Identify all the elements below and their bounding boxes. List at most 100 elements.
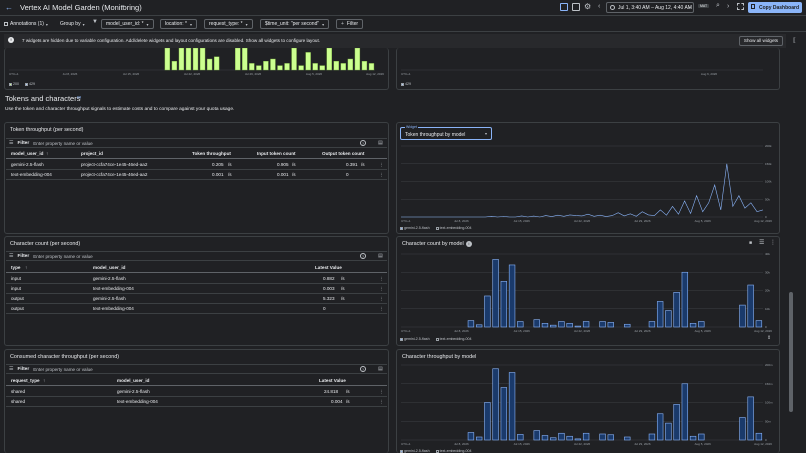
scrollbar-thumb[interactable] — [789, 292, 793, 412]
table-row[interactable]: gemini-2.5-flash project-ccfa74ce-1e45-4… — [6, 160, 387, 170]
back-arrow-icon[interactable]: ← — [5, 3, 13, 12]
table-row[interactable]: input gemini-2.5-flash 0.882/s ⋮ — [6, 274, 387, 284]
chip-location[interactable]: location: * ▾ — [160, 19, 197, 29]
table-header: type ↑ model_user_id Latest Value — [6, 263, 387, 273]
column-options-icon[interactable]: ▤ — [378, 366, 383, 372]
bar — [665, 310, 672, 328]
bar — [607, 434, 614, 441]
bar — [298, 65, 304, 71]
table-row[interactable]: output gemini-2.5-flash 5.323/s ⋮ — [6, 294, 387, 304]
filter-input[interactable]: Enter property name or value — [33, 254, 93, 259]
sort-ascending-icon[interactable]: ↑ — [43, 378, 45, 383]
col-header-model-user-id[interactable]: model_user_id — [93, 265, 125, 270]
widget-select[interactable]: Widget Token throughput by model ▾ — [400, 125, 492, 140]
top-chart-right-legend: 429 — [401, 82, 411, 86]
table-row[interactable]: input text-embedding-004 0.003/s ⋮ — [6, 284, 387, 294]
group-by-toggle[interactable]: Group by ▾ — [60, 19, 85, 29]
col-header-output-token-count[interactable]: Output token count — [322, 151, 364, 156]
bar — [566, 435, 573, 441]
table-filter-bar[interactable]: ☰ Filter Enter property name or value ? … — [6, 138, 387, 148]
filter-input[interactable]: Enter property name or value — [33, 141, 93, 146]
table-row[interactable]: shared gemini-2.5-flash 24.818/s ⋮ — [6, 387, 387, 397]
table-row[interactable]: shared text-embedding-004 0.004/s ⋮ — [6, 397, 387, 407]
copy-dashboard-button[interactable]: Copy Dashboard — [748, 2, 802, 13]
col-header-token-throughput[interactable]: Token throughput — [192, 151, 231, 156]
sort-ascending-icon[interactable]: ↑ — [46, 151, 48, 156]
panel-title: Character throughput by model — [402, 354, 477, 360]
row-menu-icon[interactable]: ⋮ — [379, 276, 384, 282]
timezone-badge[interactable]: MAT — [698, 4, 710, 8]
col-header-model-user-id[interactable]: model_user_id — [117, 378, 149, 383]
chip-time-unit[interactable]: $time_unit: "per second" ▾ — [260, 19, 330, 29]
sort-ascending-icon[interactable]: ↑ — [25, 265, 27, 270]
x-tick-label: Jul 8, 2026 — [454, 329, 469, 333]
bar — [249, 63, 255, 71]
bar — [648, 321, 656, 328]
help-icon[interactable]: ? — [360, 140, 366, 146]
lock-icon[interactable]: ■ — [749, 240, 752, 246]
x-tick-label: Jul 29, 2026 — [634, 442, 651, 446]
legend-swatch — [435, 449, 439, 453]
table-row[interactable]: output text-embedding-004 0 ⋮ — [6, 304, 387, 314]
column-options-icon[interactable]: ▤ — [378, 140, 383, 146]
top-chart-left: UTC+1 Jul 8, 2026 Jul 15, 2026 Jul 22, 2026… — [4, 48, 389, 90]
zoom-out-icon[interactable]: ⌕ — [716, 2, 720, 10]
row-menu-icon[interactable]: ⋮ — [379, 389, 384, 395]
col-header-latest-value[interactable]: Latest Value — [319, 378, 346, 383]
row-menu-icon[interactable]: ⋮ — [379, 306, 384, 312]
legend-item-gemini: gemini-2.5-flash — [400, 449, 430, 453]
fullscreen-icon[interactable] — [737, 3, 744, 10]
more-vert-icon[interactable]: ⋮ — [770, 239, 776, 246]
info-icon[interactable]: i — [466, 241, 472, 247]
row-menu-icon[interactable]: ⋮ — [379, 286, 384, 292]
expand-icon[interactable]: ⇕ — [767, 335, 771, 341]
col-header-type[interactable]: type — [11, 265, 20, 270]
col-header-project-id[interactable]: project_id — [81, 151, 103, 156]
row-menu-icon[interactable]: ⋮ — [379, 172, 384, 178]
row-menu-icon[interactable]: ⋮ — [379, 162, 384, 168]
chevron-down-icon: ▾ — [485, 131, 488, 136]
scrollbar-track[interactable] — [789, 52, 793, 452]
x-tick-label: UTC+1 — [401, 219, 411, 223]
column-options-icon[interactable]: ▤ — [378, 253, 383, 259]
chip-request-type[interactable]: request_type: * ▾ — [204, 19, 253, 29]
link-icon[interactable]: ∞ — [77, 95, 81, 101]
filter-label: Filter — [17, 140, 30, 146]
row-menu-icon[interactable]: ⋮ — [379, 296, 384, 302]
bar — [284, 63, 290, 71]
bar — [475, 436, 483, 441]
help-icon[interactable]: ? — [360, 366, 366, 372]
clock-icon — [610, 5, 615, 10]
bar — [517, 321, 524, 328]
sidebar-toggle-icon[interactable] — [560, 3, 568, 11]
calendar-icon[interactable] — [572, 3, 580, 11]
table-row[interactable]: text-embedding-004 project-ccfa74ce-1e45… — [6, 170, 387, 180]
collapse-panel-icon[interactable]: ⟦ — [793, 37, 796, 44]
chevron-right-icon[interactable]: › — [727, 3, 729, 10]
title-dropdown-icon[interactable]: ▾ — [122, 4, 125, 10]
x-tick-label: Jul 15, 2026 — [513, 219, 530, 223]
col-header-latest-value[interactable]: Latest Value — [315, 265, 342, 270]
row-menu-icon[interactable]: ⋮ — [379, 399, 384, 405]
help-icon[interactable]: ? — [360, 253, 366, 259]
widget-select-value: Token throughput by model — [405, 131, 466, 138]
chip-model-user-id[interactable]: model_user_id: * ▾ — [101, 19, 154, 29]
col-header-request-type[interactable]: request_type — [11, 378, 40, 383]
filter-input[interactable]: Enter property name or value — [33, 367, 93, 372]
table-filter-bar[interactable]: ☰ Filter Enter property name or value ? … — [6, 251, 387, 261]
gear-icon[interactable]: ⚙ — [584, 2, 591, 11]
bar — [326, 48, 332, 71]
col-header-input-token-count[interactable]: Input token count — [257, 151, 296, 156]
bar — [354, 48, 361, 71]
chevron-left-icon[interactable]: ‹ — [598, 3, 600, 10]
col-header-model-user-id[interactable]: model_user_id — [11, 151, 43, 156]
table-filter-bar[interactable]: ☰ Filter Enter property name or value ? … — [6, 364, 387, 374]
annotations-toggle[interactable]: Annotations (1) ▾ — [4, 19, 48, 29]
bar — [192, 48, 199, 71]
share-icon[interactable]: ☰ — [759, 239, 764, 246]
add-filter-button[interactable]: + Filter — [336, 19, 364, 29]
hidden-widgets-banner: ! 7 widgets are hidden due to variable c… — [4, 34, 786, 48]
show-all-widgets-button[interactable]: Show all widgets — [739, 36, 783, 46]
section-header: Tokens and characters ∞ Use the token an… — [5, 94, 405, 122]
date-range-picker[interactable]: Jul 1, 3:40 AM – Aug 12, 4:40 AM ▾ — [606, 2, 694, 13]
